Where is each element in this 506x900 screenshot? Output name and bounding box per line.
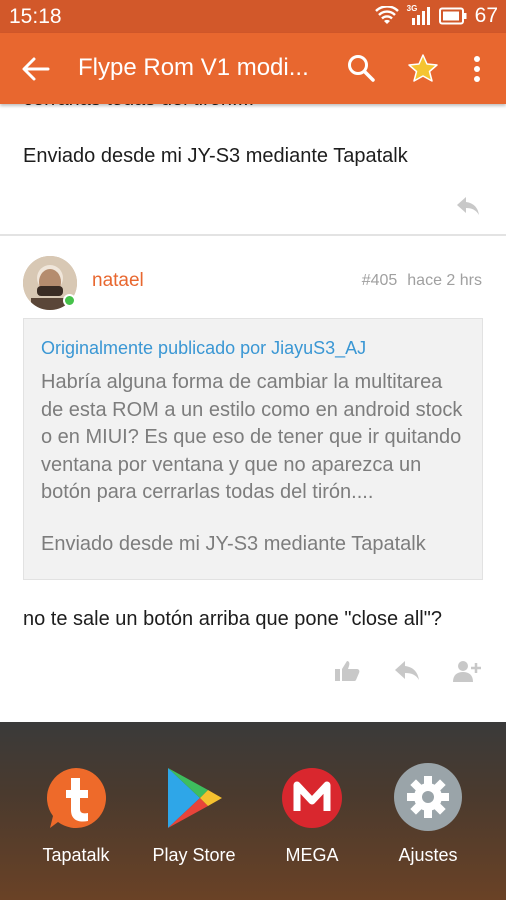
star-icon[interactable] (407, 53, 439, 83)
dock-app-label: Play Store (152, 845, 236, 865)
dock-app-mega[interactable]: MEGA (262, 766, 362, 866)
status-time: 15:18 (9, 5, 62, 28)
network-type-label: 3G (406, 4, 418, 13)
back-arrow-icon[interactable] (20, 55, 52, 83)
quote-line: o en MIUI? Es que eso de tener que ir qu… (41, 426, 462, 448)
overflow-menu-icon[interactable] (467, 53, 487, 85)
quote-signature: Enviado desde mi JY-S3 mediante Tapatalk (41, 533, 426, 555)
play-store-icon (162, 766, 226, 830)
online-status-indicator (63, 294, 76, 307)
share-dock: Tapatalk Play Store MEGA Ajustes (0, 722, 506, 900)
quote-line: botón para cerrarlas todas del tirón.... (41, 481, 374, 503)
search-icon[interactable] (346, 53, 376, 83)
follow-user-icon[interactable] (452, 658, 482, 684)
like-icon[interactable] (332, 658, 362, 684)
status-bar: 15:18 3G 67 (0, 0, 506, 33)
post-divider (0, 234, 506, 236)
reply-icon[interactable] (392, 658, 422, 684)
post-actions (332, 658, 482, 684)
mega-icon (280, 766, 344, 830)
post-reply-text: no te sale un botón arriba que pone "clo… (23, 608, 442, 630)
dock-app-label: Tapatalk (42, 845, 110, 865)
app-bar: Flype Rom V1 modi... (0, 33, 506, 104)
wifi-icon (374, 6, 399, 26)
quote-line: ventana por ventana y que no aparezca un (41, 453, 422, 476)
post-meta: #405 hace 2 hrs (362, 272, 482, 290)
quote-text: Habría alguna forma de cambiar la multit… (41, 369, 471, 507)
previous-post-signature: Enviado desde mi JY-S3 mediante Tapatalk (23, 145, 408, 167)
post-username[interactable]: natael (92, 270, 144, 292)
dock-app-play-store[interactable]: Play Store (144, 766, 244, 866)
battery-icon (438, 7, 467, 25)
quote-line: de esta ROM a un estilo como en android … (41, 398, 463, 421)
dock-app-tapatalk[interactable]: Tapatalk (26, 766, 126, 866)
dock-app-label: MEGA (285, 845, 339, 865)
dock-app-settings[interactable]: Ajustes (378, 763, 478, 866)
thread-title: Flype Rom V1 modi... (78, 54, 309, 81)
dock-app-label: Ajustes (398, 845, 458, 865)
quote-line: Habría alguna forma de cambiar la multit… (41, 371, 443, 393)
status-icons: 3G 67 (374, 4, 498, 28)
cell-signal-icon: 3G (406, 4, 431, 26)
reply-icon[interactable] (455, 195, 481, 217)
quote-author-link[interactable]: Originalmente publicado por JiayuS3_AJ (41, 338, 366, 359)
tapatalk-icon (44, 766, 108, 830)
post-time: hace 2 hrs (407, 272, 482, 289)
battery-level: 67 (474, 4, 498, 27)
settings-gear-icon (394, 763, 462, 831)
quote-block: Originalmente publicado por JiayuS3_AJ H… (23, 318, 483, 580)
post-number: #405 (361, 272, 398, 289)
